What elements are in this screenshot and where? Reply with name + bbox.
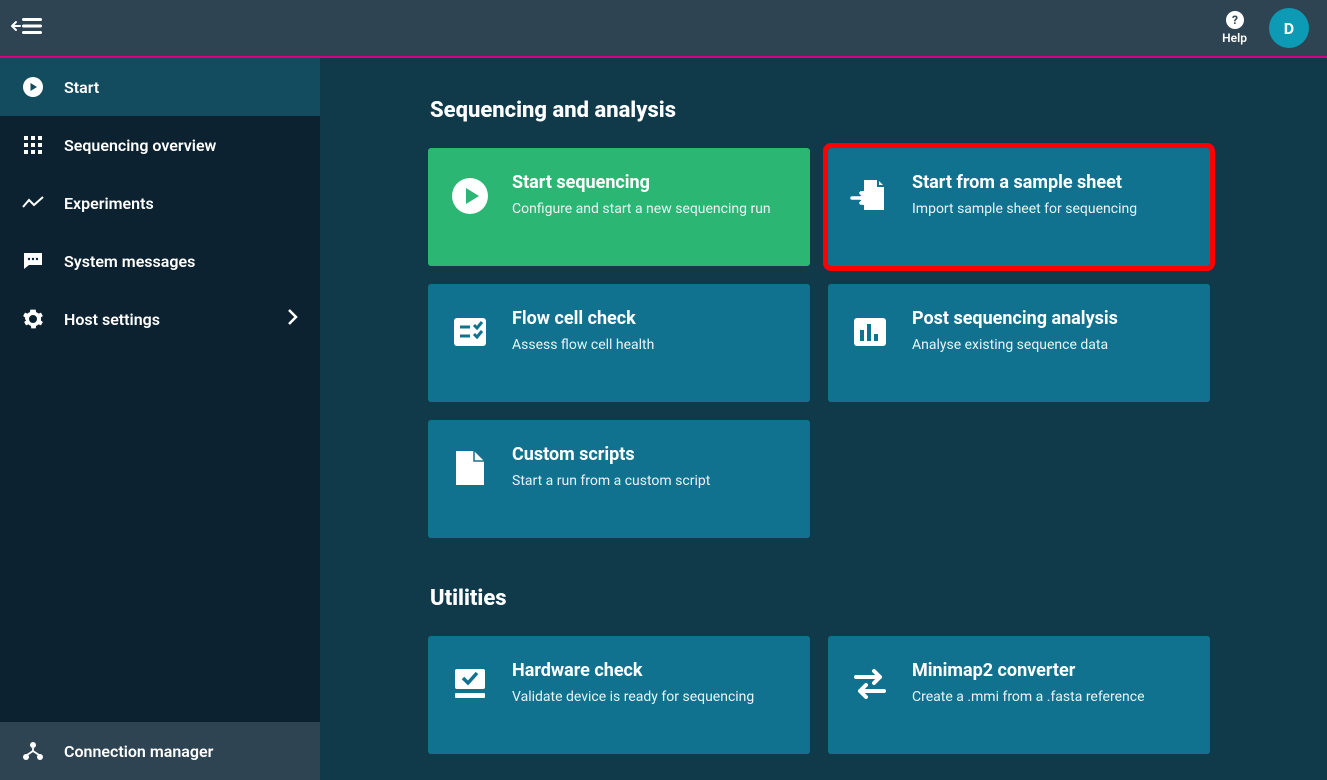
convert-icon [850,664,890,704]
card-subtitle: Start a run from a custom script [512,473,710,489]
main-scroll[interactable]: Sequencing and analysis Start sequencing… [320,58,1327,780]
sidebar-item-label: Connection manager [64,742,213,761]
bar-chart-icon [850,312,890,352]
card-subtitle: Analyse existing sequence data [912,337,1118,353]
hardware-check-icon [450,664,490,704]
card-title: Hardware check [512,660,754,681]
checklist-icon [450,312,490,352]
card-custom-scripts[interactable]: Custom scripts Start a run from a custom… [428,420,810,538]
card-subtitle: Import sample sheet for sequencing [912,201,1137,217]
avatar-letter: D [1284,19,1294,38]
play-circle-icon [450,176,490,216]
card-hardware-check[interactable]: Hardware check Validate device is ready … [428,636,810,754]
card-title: Custom scripts [512,444,710,465]
sidebar-item-host-settings[interactable]: Host settings [0,290,320,348]
connection-icon [22,740,44,762]
help-button[interactable]: ? Help [1222,11,1247,45]
message-icon [22,250,44,272]
chevron-right-icon [286,308,298,330]
seq-cards: Start sequencing Configure and start a n… [428,148,1237,538]
card-flow-cell-check[interactable]: Flow cell check Assess flow cell health [428,284,810,402]
card-start-sequencing[interactable]: Start sequencing Configure and start a n… [428,148,810,266]
card-subtitle: Validate device is ready for sequencing [512,689,754,705]
sidebar-item-label: Host settings [64,310,160,329]
sidebar-item-experiments[interactable]: Experiments [0,174,320,232]
sidebar-item-label: Sequencing overview [64,136,216,155]
sidebar-item-start[interactable]: Start [0,58,320,116]
section-title-seq: Sequencing and analysis [430,98,1237,123]
gear-icon [22,308,44,330]
card-subtitle: Assess flow cell health [512,337,654,353]
timeline-icon [22,192,44,214]
sidebar-item-label: Experiments [64,194,154,213]
grid-icon [22,134,44,156]
sidebar-item-label: Start [64,78,99,97]
play-circle-icon [22,76,44,98]
card-title: Start from a sample sheet [912,172,1137,193]
file-icon [450,448,490,488]
topbar: ? Help D [0,0,1327,56]
card-minimap2-converter[interactable]: Minimap2 converter Create a .mmi from a … [828,636,1210,754]
sidebar-item-connection-manager[interactable]: Connection manager [0,722,320,780]
main: Sequencing and analysis Start sequencing… [320,58,1327,780]
card-post-seq-analysis[interactable]: Post sequencing analysis Analyse existin… [828,284,1210,402]
sidebar-item-label: System messages [64,252,195,271]
sidebar-item-system-messages[interactable]: System messages [0,232,320,290]
card-title: Start sequencing [512,172,771,193]
card-subtitle: Create a .mmi from a .fasta reference [912,689,1145,705]
util-cards: Hardware check Validate device is ready … [428,636,1237,754]
card-title: Flow cell check [512,308,654,329]
menu-back-icon[interactable] [10,15,44,41]
sidebar-item-sequencing-overview[interactable]: Sequencing overview [0,116,320,174]
card-title: Minimap2 converter [912,660,1145,681]
import-file-icon [850,176,890,216]
svg-text:?: ? [1232,13,1238,27]
card-sample-sheet[interactable]: Start from a sample sheet Import sample … [828,148,1210,266]
help-icon: ? [1226,11,1244,29]
help-label: Help [1222,31,1247,45]
avatar[interactable]: D [1269,8,1309,48]
card-subtitle: Configure and start a new sequencing run [512,201,771,217]
card-title: Post sequencing analysis [912,308,1118,329]
sidebar: Start Sequencing overview Experiments [0,58,320,780]
section-title-util: Utilities [430,586,1237,611]
